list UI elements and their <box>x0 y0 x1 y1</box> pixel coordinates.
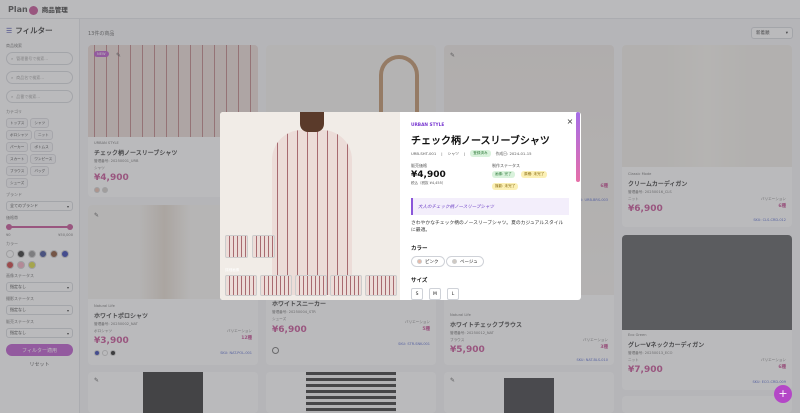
separator: | <box>441 151 443 156</box>
product-code: URB-SHT-001 <box>411 151 437 156</box>
size-section-label: サイズ <box>411 278 428 284</box>
text-status-badge: 原稿: 未完了 <box>521 171 548 178</box>
swatch <box>452 259 457 264</box>
detail-images-label: 詳細画像 <box>225 268 240 272</box>
color-section-label: カラー <box>411 246 428 252</box>
separator: | <box>463 151 466 156</box>
shoot-status-badge: 撮影: 未完了 <box>492 183 519 190</box>
modal-scrollbar[interactable] <box>576 112 580 182</box>
size-option[interactable]: S <box>411 288 423 300</box>
image-thumbnail[interactable] <box>252 235 275 258</box>
close-icon[interactable]: × <box>565 117 575 127</box>
detail-thumbnail[interactable] <box>330 275 362 296</box>
catch-copy: 大人のチェック柄ノースリーブシャツ <box>411 198 569 215</box>
modal-brand: URBAN STYLE <box>411 123 445 128</box>
color-name: ベージュ <box>460 259 478 265</box>
status-badge: 登録済み <box>470 150 491 157</box>
created-date: 作成日: 2024-01-15 <box>495 150 532 156</box>
add-product-button[interactable]: + <box>774 385 792 403</box>
image-thumbnail[interactable] <box>225 235 248 258</box>
product-detail-modal: 詳細画像 URBAN STYLE チェック柄ノースリーブシャツ URB-SHT-… <box>220 112 581 300</box>
product-detail-info: URBAN STYLE チェック柄ノースリーブシャツ URB-SHT-001 |… <box>409 112 573 300</box>
description: さわやかなチェック柄のノースリーブシャツ。夏のカジュアルスタイルに最適。 <box>411 221 564 233</box>
swatch <box>417 259 422 264</box>
color-option-beige[interactable]: ベージュ <box>446 256 484 267</box>
shirt-graphic <box>272 130 352 295</box>
detail-thumbnail[interactable] <box>365 275 397 296</box>
modal-price: ¥4,900 <box>411 170 446 180</box>
color-option-pink[interactable]: ピンク <box>411 256 445 267</box>
detail-thumbnail[interactable] <box>295 275 327 296</box>
hair-graphic <box>300 112 324 132</box>
detail-thumbnail[interactable] <box>225 275 257 296</box>
product-management-page: Plan 商品管理 ☰ フィルター 商品検索 ⌕ 管理番号で検索... ⌕ 商品名で… <box>0 0 800 413</box>
detail-thumbnail[interactable] <box>260 275 292 296</box>
price-label: 販売価格 <box>411 163 427 168</box>
category: シャツ <box>447 150 459 156</box>
size-option[interactable]: L <box>447 288 459 300</box>
modal-meta: URB-SHT-001 | シャツ | 登録済み 作成日: 2024-01-15 <box>411 150 532 157</box>
modal-title: チェック柄ノースリーブシャツ <box>411 136 550 147</box>
modal-tax: 税込（税抜 ¥4,455） <box>411 181 446 185</box>
color-name: ピンク <box>425 259 439 265</box>
image-status-badge: 画像: 完了 <box>492 171 515 178</box>
product-main-image: 詳細画像 <box>220 112 400 300</box>
production-status-label: 制作ステータス <box>492 163 520 168</box>
size-option[interactable]: M <box>429 288 441 300</box>
